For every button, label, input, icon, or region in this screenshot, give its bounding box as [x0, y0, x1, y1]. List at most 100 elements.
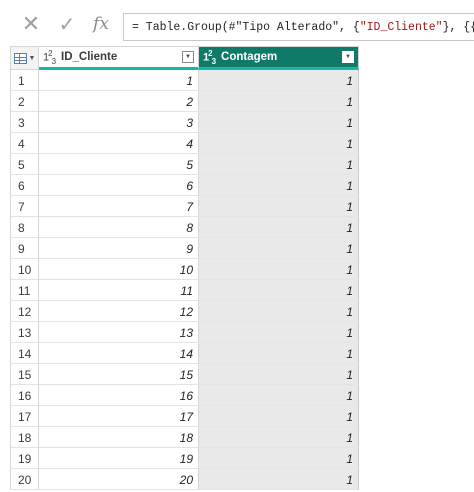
- row-number[interactable]: 15: [11, 364, 39, 385]
- table-row: 14 14 1: [11, 343, 360, 364]
- cell-id-cliente[interactable]: 18: [39, 427, 199, 448]
- table-row: 15 15 1: [11, 364, 360, 385]
- filter-dropdown-icon[interactable]: ▼: [182, 51, 194, 63]
- row-number[interactable]: 12: [11, 301, 39, 322]
- table-row: 17 17 1: [11, 406, 360, 427]
- row-number[interactable]: 8: [11, 217, 39, 238]
- cell-contagem[interactable]: 1: [199, 280, 359, 301]
- column-label: ID_Cliente: [61, 51, 118, 63]
- row-number[interactable]: 3: [11, 112, 39, 133]
- cell-contagem[interactable]: 1: [199, 427, 359, 448]
- row-number[interactable]: 2: [11, 91, 39, 112]
- table-row: 12 12 1: [11, 301, 360, 322]
- table-row: 881: [11, 217, 360, 238]
- cell-contagem[interactable]: 1: [199, 154, 359, 175]
- cell-id-cliente[interactable]: 2: [39, 91, 199, 112]
- cell-id-cliente[interactable]: 20: [39, 469, 199, 490]
- cell-id-cliente[interactable]: 6: [39, 175, 199, 196]
- cell-id-cliente[interactable]: 5: [39, 154, 199, 175]
- table-row: 221: [11, 91, 360, 112]
- table-row: 19 19 1: [11, 448, 360, 469]
- cell-contagem[interactable]: 1: [199, 70, 359, 91]
- cell-contagem[interactable]: 1: [199, 343, 359, 364]
- row-number[interactable]: 1: [11, 70, 39, 91]
- cell-contagem[interactable]: 1: [199, 322, 359, 343]
- checkmark-icon[interactable]: ✓: [53, 10, 81, 38]
- cell-id-cliente[interactable]: 12: [39, 301, 199, 322]
- column-label: Contagem: [221, 51, 278, 63]
- number-type-icon[interactable]: 123: [43, 49, 56, 66]
- row-number[interactable]: 6: [11, 175, 39, 196]
- table-row: 551: [11, 154, 360, 175]
- cell-contagem[interactable]: 1: [199, 175, 359, 196]
- table-row: 661: [11, 175, 360, 196]
- cell-contagem[interactable]: 1: [199, 91, 359, 112]
- row-number[interactable]: 16: [11, 385, 39, 406]
- table-row: 991: [11, 238, 360, 259]
- number-type-icon[interactable]: 123: [203, 49, 216, 66]
- cell-id-cliente[interactable]: 15: [39, 364, 199, 385]
- cell-contagem[interactable]: 1: [199, 301, 359, 322]
- row-number[interactable]: 11: [11, 280, 39, 301]
- cell-contagem[interactable]: 1: [199, 133, 359, 154]
- row-number[interactable]: 7: [11, 196, 39, 217]
- table-row: 13 13 1: [11, 322, 360, 343]
- cell-id-cliente[interactable]: 13: [39, 322, 199, 343]
- formula-text-mid: }, {{: [442, 21, 474, 34]
- cell-id-cliente[interactable]: 10: [39, 259, 199, 280]
- column-header-contagem[interactable]: 123 Contagem ▼: [199, 46, 359, 70]
- cell-id-cliente[interactable]: 8: [39, 217, 199, 238]
- fx-icon[interactable]: fx: [87, 10, 115, 38]
- cell-id-cliente[interactable]: 3: [39, 112, 199, 133]
- cell-id-cliente[interactable]: 16: [39, 385, 199, 406]
- row-number[interactable]: 4: [11, 133, 39, 154]
- row-number[interactable]: 9: [11, 238, 39, 259]
- row-number[interactable]: 14: [11, 343, 39, 364]
- row-number[interactable]: 18: [11, 427, 39, 448]
- cell-contagem[interactable]: 1: [199, 112, 359, 133]
- table-row: 441: [11, 133, 360, 154]
- table-row: 10 10 1: [11, 259, 360, 280]
- table-row: 16 16 1: [11, 385, 360, 406]
- data-grid: ▼ 123 ID_Cliente ▼ 123 Contagem ▼ 111221…: [10, 46, 360, 490]
- row-number[interactable]: 5: [11, 154, 39, 175]
- cell-id-cliente[interactable]: 7: [39, 196, 199, 217]
- cell-id-cliente[interactable]: 4: [39, 133, 199, 154]
- cell-id-cliente[interactable]: 19: [39, 448, 199, 469]
- grid-body: 1 1 1 2 2 1 3 3 1 4 4 1 5 5 1 6 6 1 7 7 1 8 8 1 9 9 1 10 10 1 11 11 1 12 1…: [11, 70, 360, 490]
- cell-id-cliente[interactable]: 14: [39, 343, 199, 364]
- cell-contagem[interactable]: 1: [199, 364, 359, 385]
- row-number[interactable]: 19: [11, 448, 39, 469]
- cell-contagem[interactable]: 1: [199, 217, 359, 238]
- cell-contagem[interactable]: 1: [199, 196, 359, 217]
- filter-dropdown-icon[interactable]: ▼: [342, 51, 354, 63]
- cell-contagem[interactable]: 1: [199, 469, 359, 490]
- cell-id-cliente[interactable]: 11: [39, 280, 199, 301]
- column-header-id-cliente[interactable]: 123 ID_Cliente ▼: [39, 46, 199, 70]
- cell-contagem[interactable]: 1: [199, 259, 359, 280]
- cell-id-cliente[interactable]: 1: [39, 70, 199, 91]
- table-row: 20 20 1: [11, 469, 360, 490]
- formula-bar: ✕ ✓ fx = Table.Group(#"Tipo Alterado", {…: [0, 0, 474, 44]
- table-row: 11 11 1: [11, 280, 360, 301]
- row-number[interactable]: 17: [11, 406, 39, 427]
- formula-input[interactable]: = Table.Group(#"Tipo Alterado", {"ID_Cli…: [123, 13, 474, 41]
- table-menu-button[interactable]: ▼: [11, 46, 39, 70]
- cell-contagem[interactable]: 1: [199, 448, 359, 469]
- cell-contagem[interactable]: 1: [199, 406, 359, 427]
- row-number[interactable]: 13: [11, 322, 39, 343]
- row-number[interactable]: 20: [11, 469, 39, 490]
- formula-string-id-cliente: "ID_Cliente": [359, 21, 443, 34]
- cell-contagem[interactable]: 1: [199, 385, 359, 406]
- table-row: 331: [11, 112, 360, 133]
- formula-text-prefix: = Table.Group(#"Tipo Alterado", {: [132, 21, 360, 34]
- close-icon[interactable]: ✕: [17, 10, 45, 38]
- header-row: ▼ 123 ID_Cliente ▼ 123 Contagem ▼: [11, 46, 360, 70]
- cell-id-cliente[interactable]: 9: [39, 238, 199, 259]
- table-row: 771: [11, 196, 360, 217]
- row-number[interactable]: 10: [11, 259, 39, 280]
- table-row: 111: [11, 70, 360, 91]
- table-row: 18 18 1: [11, 427, 360, 448]
- cell-contagem[interactable]: 1: [199, 238, 359, 259]
- cell-id-cliente[interactable]: 17: [39, 406, 199, 427]
